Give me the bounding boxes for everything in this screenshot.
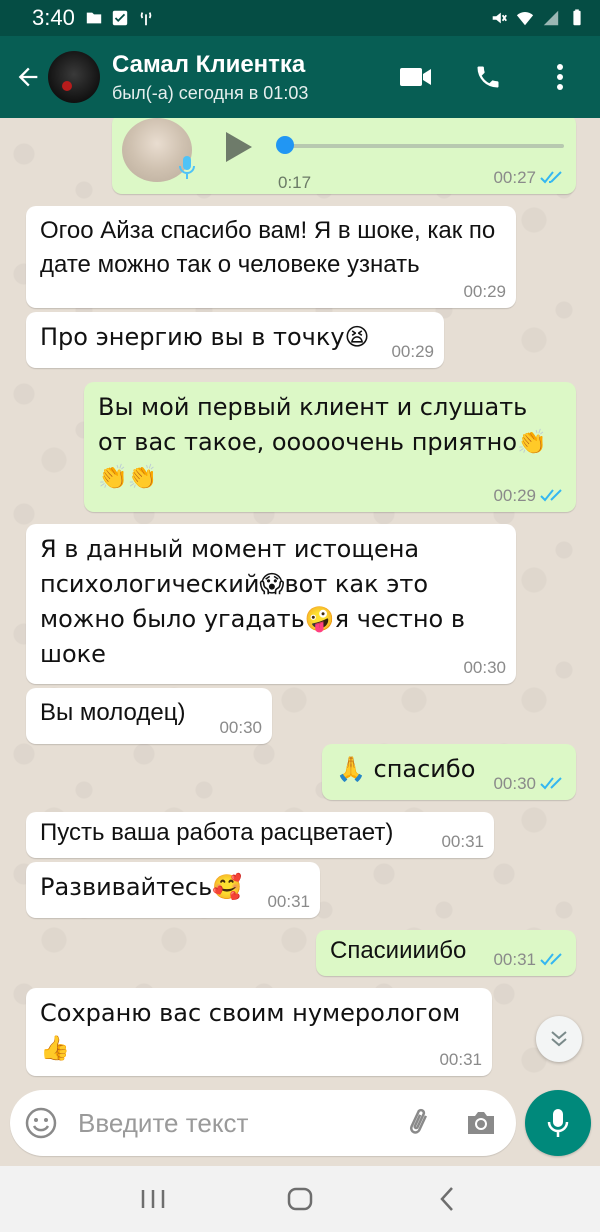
message-text: Развивайтесь🥰 [40, 873, 243, 901]
message-time: 00:30 [463, 658, 506, 677]
contact-name: Самал Клиентка [112, 50, 306, 78]
message-time: 00:31 [441, 832, 484, 851]
message-time: 00:31 [267, 892, 310, 911]
message-incoming[interactable]: Сохраню вас своим нумерологом👍 00:31 [26, 988, 492, 1076]
double-check-icon [540, 953, 562, 966]
arrow-left-icon [18, 67, 38, 87]
double-chevron-down-icon [551, 1031, 567, 1047]
voice-progress-knob[interactable] [276, 136, 294, 154]
message-incoming[interactable]: Огоо Айза спасибо вам! Я в шоке, как по … [26, 206, 516, 308]
message-time: 00:29 [463, 282, 506, 301]
home-button[interactable] [285, 1184, 315, 1214]
message-time-text: 00:29 [493, 486, 536, 505]
message-time-text: 00:27 [493, 168, 536, 187]
message-text: 🙏 спасибо [336, 755, 476, 783]
message-outgoing[interactable]: Спасиииибо 00:31 [316, 930, 576, 976]
paperclip-icon[interactable] [404, 1106, 438, 1140]
message-outgoing[interactable]: 🙏 спасибо 00:30 [322, 744, 576, 800]
system-navigation-bar [0, 1166, 600, 1232]
contact-avatar[interactable] [48, 51, 100, 103]
home-icon [287, 1187, 313, 1211]
message-input[interactable]: Введите текст [78, 1108, 248, 1139]
message-time: 00:30 [219, 718, 262, 737]
double-check-icon [540, 489, 562, 502]
chat-area[interactable]: 0:17 00:27 Огоо Айза спасибо вам! Я в шо… [0, 118, 600, 1082]
wifi-icon [516, 12, 534, 26]
message-time: 00:29 [391, 342, 434, 361]
message-incoming[interactable]: Я в данный момент истощена психологическ… [26, 524, 516, 684]
more-vertical-icon [557, 64, 563, 90]
checkbox-icon [112, 10, 128, 26]
recent-apps-icon [142, 1190, 165, 1208]
message-text: Вы молодец) [40, 699, 186, 726]
recent-apps-button[interactable] [138, 1184, 168, 1214]
double-check-icon [540, 171, 562, 184]
message-composer: Введите текст [10, 1090, 516, 1156]
status-time: 3:40 [32, 5, 75, 30]
camera-icon[interactable] [464, 1106, 498, 1140]
message-text: Я в данный момент истощена психологическ… [40, 535, 465, 668]
message-time: 00:27 [493, 168, 566, 188]
chevron-left-icon [439, 1187, 453, 1211]
play-icon[interactable] [224, 130, 254, 164]
header-actions [400, 61, 576, 93]
message-time: 00:29 [493, 486, 566, 506]
voice-record-button[interactable] [525, 1090, 591, 1156]
status-system-icons [490, 9, 586, 27]
video-camera-icon [400, 68, 431, 86]
microphone-icon [547, 1109, 569, 1137]
cell-signal-icon [543, 10, 559, 26]
message-text: Про энергию вы в точку😫 [40, 323, 370, 351]
message-text: Спасиииибо [330, 937, 467, 964]
message-incoming[interactable]: Вы молодец) 00:30 [26, 688, 272, 744]
double-check-icon [540, 777, 562, 790]
message-text: Пусть ваша работа расцветает) [40, 819, 394, 846]
message-text: Сохраню вас своим нумерологом👍 [40, 999, 461, 1062]
folder-icon [86, 12, 102, 24]
last-seen: был(-а) сегодня в 01:03 [112, 82, 309, 103]
phone-icon [477, 66, 499, 88]
message-time-text: 00:31 [493, 950, 536, 969]
back-button[interactable] [8, 57, 48, 97]
battery-icon [573, 9, 581, 26]
message-text: Вы мой первый клиент и слушать от вас та… [98, 393, 547, 491]
message-incoming[interactable]: Развивайтесь🥰 00:31 [26, 862, 320, 918]
voice-message-bubble[interactable]: 0:17 00:27 [112, 118, 576, 194]
message-outgoing[interactable]: Вы мой первый клиент и слушать от вас та… [84, 382, 576, 512]
microphone-icon [179, 156, 195, 179]
scroll-to-bottom-button[interactable] [536, 1016, 582, 1062]
message-time: 00:31 [493, 950, 566, 970]
message-time: 00:30 [493, 774, 566, 794]
back-nav-button[interactable] [432, 1184, 462, 1214]
smiley-icon[interactable] [24, 1106, 58, 1140]
more-options-button[interactable] [544, 61, 576, 93]
message-time-text: 00:30 [493, 774, 536, 793]
message-incoming[interactable]: Пусть ваша работа расцветает) 00:31 [26, 812, 494, 858]
video-call-button[interactable] [400, 61, 432, 93]
status-bar: 3:40 [0, 0, 600, 36]
message-incoming[interactable]: Про энергию вы в точку😫 00:29 [26, 312, 444, 368]
message-text: Огоо Айза спасибо вам! Я в шоке, как по … [40, 217, 496, 278]
chat-header: Самал Клиентка был(-а) сегодня в 01:03 [0, 36, 600, 118]
mute-icon [492, 12, 507, 24]
voice-progress-track[interactable] [280, 144, 564, 148]
status-notification-icons [85, 9, 155, 27]
voice-call-button[interactable] [472, 61, 504, 93]
signal-tower-icon [140, 12, 152, 26]
message-time: 00:31 [439, 1050, 482, 1069]
contact-info[interactable]: Самал Клиентка был(-а) сегодня в 01:03 [112, 51, 308, 104]
voice-duration: 0:17 [278, 173, 312, 192]
